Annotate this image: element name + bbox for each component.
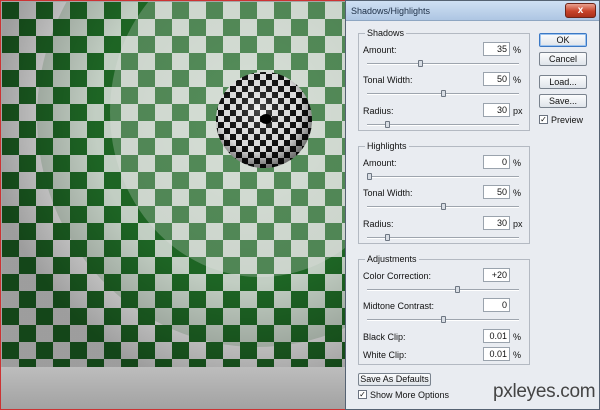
color-correction-label: Color Correction: [363, 271, 432, 281]
shadows-amount-label: Amount: [363, 45, 397, 55]
midtone-contrast-slider-thumb[interactable] [441, 316, 446, 323]
highlights-amount-field[interactable]: 0 [483, 155, 510, 169]
highlights-legend: Highlights [365, 141, 409, 151]
shadows-amount-slider[interactable] [367, 60, 519, 67]
shadows-amount-slider-thumb[interactable] [418, 60, 423, 67]
highlights-radius-field[interactable]: 30 [483, 216, 510, 230]
shadows-amount-field[interactable]: 35 [483, 42, 510, 56]
shadows-radius-label: Radius: [363, 106, 394, 116]
shadows-radius-slider-thumb[interactable] [385, 121, 390, 128]
save-as-defaults-button[interactable]: Save As Defaults [358, 373, 431, 386]
show-more-options-label: Show More Options [370, 390, 450, 400]
color-correction-slider[interactable] [367, 286, 519, 293]
highlights-tonal-width-slider-thumb[interactable] [441, 203, 446, 210]
highlights-tonal-width-field[interactable]: 50 [483, 185, 510, 199]
close-icon: x [577, 5, 584, 16]
shadows-tonal-width-label: Tonal Width: [363, 75, 413, 85]
shadows-radius-field[interactable]: 30 [483, 103, 510, 117]
midtone-contrast-slider[interactable] [367, 316, 519, 323]
highlights-amount-slider-thumb[interactable] [367, 173, 372, 180]
adjustments-legend: Adjustments [365, 254, 419, 264]
white-clip-unit: % [513, 350, 522, 360]
canvas-lower-area [1, 367, 347, 409]
highlights-radius-slider-thumb[interactable] [385, 234, 390, 241]
watermark-suffix: .com [555, 381, 596, 402]
shadows-tonal-width-slider[interactable] [367, 90, 519, 97]
shadows-highlights-dialog: Shadows/Highlights x Shadows Amount: 35 … [345, 0, 600, 410]
preview-checkbox[interactable]: ✓ [539, 115, 548, 124]
black-clip-label: Black Clip: [363, 332, 406, 342]
highlights-tonal-width-unit: % [513, 188, 522, 198]
white-clip-label: White Clip: [363, 350, 407, 360]
dialog-titlebar[interactable]: Shadows/Highlights x [346, 1, 599, 21]
document-canvas[interactable] [0, 0, 348, 410]
shadows-tonal-width-slider-thumb[interactable] [441, 90, 446, 97]
shadows-legend: Shadows [365, 28, 407, 38]
ok-button[interactable]: OK [539, 33, 587, 47]
shadows-group: Shadows Amount: 35 % Tonal Width: 50 % R… [358, 28, 530, 131]
cancel-button[interactable]: Cancel [539, 52, 587, 66]
shadows-amount-unit: % [513, 45, 522, 55]
highlights-amount-slider[interactable] [367, 173, 519, 180]
highlights-tonal-width-slider[interactable] [367, 203, 519, 210]
highlights-radius-unit: px [513, 219, 523, 229]
shadows-radius-slider[interactable] [367, 121, 519, 128]
black-clip-unit: % [513, 332, 522, 342]
dialog-title: Shadows/Highlights [351, 6, 431, 16]
color-correction-field[interactable]: +20 [483, 268, 510, 282]
midtone-contrast-label: Midtone Contrast: [363, 301, 435, 311]
checkered-tunnel-artwork [2, 2, 347, 367]
watermark: pxleyes.com [493, 381, 596, 403]
load-button[interactable]: Load... [539, 75, 587, 89]
save-button[interactable]: Save... [539, 94, 587, 108]
highlights-radius-slider[interactable] [367, 234, 519, 241]
white-clip-field[interactable]: 0.01 [483, 347, 510, 361]
preview-label: Preview [551, 115, 584, 125]
color-correction-slider-thumb[interactable] [455, 286, 460, 293]
adjustments-group: Adjustments Color Correction: +20 Midton… [358, 254, 530, 365]
watermark-main: pxleyes [493, 381, 556, 402]
black-clip-field[interactable]: 0.01 [483, 329, 510, 343]
shadows-radius-unit: px [513, 106, 523, 116]
highlights-radius-label: Radius: [363, 219, 394, 229]
close-button[interactable]: x [565, 3, 596, 18]
shadows-tonal-width-unit: % [513, 75, 522, 85]
highlights-amount-label: Amount: [363, 158, 397, 168]
highlights-amount-unit: % [513, 158, 522, 168]
highlights-group: Highlights Amount: 0 % Tonal Width: 50 %… [358, 141, 530, 244]
show-more-options-checkbox[interactable]: ✓ [358, 390, 367, 399]
shadows-tonal-width-field[interactable]: 50 [483, 72, 510, 86]
highlights-tonal-width-label: Tonal Width: [363, 188, 413, 198]
midtone-contrast-field[interactable]: 0 [483, 298, 510, 312]
